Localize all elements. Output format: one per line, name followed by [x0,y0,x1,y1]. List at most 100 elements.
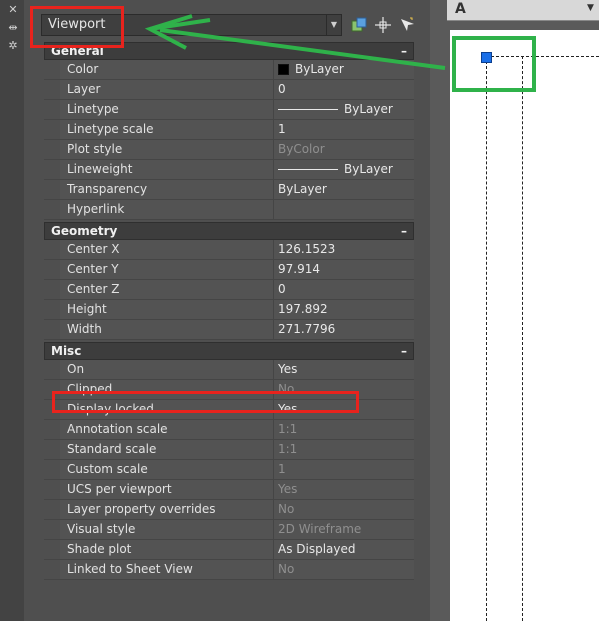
ribbon-strip: A ▼ [447,0,599,21]
property-value[interactable]: No [274,560,414,579]
property-row[interactable]: Custom scale 1 [44,460,414,480]
line-sample-icon [278,169,338,170]
property-value-text: ByLayer [344,102,393,116]
property-row[interactable]: Annotation scale 1:1 [44,420,414,440]
row-gutter [44,260,60,279]
property-name: Center Y [60,260,274,279]
property-value[interactable]: 1 [274,120,414,139]
property-value[interactable] [274,200,414,219]
property-value[interactable]: 1:1 [274,440,414,459]
highlight-box-grip [452,36,536,92]
property-name: Height [60,300,274,319]
row-gutter [44,60,60,79]
property-row[interactable]: Center Z 0 [44,280,414,300]
palette-side-strip: ✕ ⇹ ✲ [0,0,25,621]
property-row[interactable]: Linetype scale 1 [44,120,414,140]
property-row[interactable]: Center Y 97.914 [44,260,414,280]
row-gutter [44,420,60,439]
properties-grid: General – Color ByLayer Layer 0 Linetype ByLaye… [44,42,414,582]
property-value-text: ByColor [278,142,325,156]
row-gutter [44,160,60,179]
property-row[interactable]: Visual style 2D Wireframe [44,520,414,540]
property-value[interactable]: No [274,500,414,519]
row-gutter [44,240,60,259]
property-name: On [60,360,274,379]
property-name: Center Z [60,280,274,299]
property-value-text: 271.7796 [278,322,336,336]
row-gutter [44,140,60,159]
property-row[interactable]: Center X 126.1523 [44,240,414,260]
property-row[interactable]: Hyperlink [44,200,414,220]
property-row[interactable]: On Yes [44,360,414,380]
property-name: Custom scale [60,460,274,479]
property-name: Shade plot [60,540,274,559]
property-row[interactable]: Height 197.892 [44,300,414,320]
section-header[interactable]: Geometry – [44,222,414,240]
close-icon[interactable]: ✕ [7,4,19,16]
property-value[interactable]: Yes [274,480,414,499]
property-name: Width [60,320,274,339]
section-header[interactable]: Misc – [44,342,414,360]
property-row[interactable]: Layer property overrides No [44,500,414,520]
property-name: Linetype [60,100,274,119]
property-value[interactable]: 97.914 [274,260,414,279]
property-value[interactable]: ByLayer [274,160,414,179]
highlight-box-display-locked [52,391,359,413]
property-value[interactable]: 0 [274,80,414,99]
property-row[interactable]: Plot style ByColor [44,140,414,160]
property-row[interactable]: Transparency ByLayer [44,180,414,200]
property-name: Layer [60,80,274,99]
property-name: Linetype scale [60,120,274,139]
viewport-left-edge [486,56,487,621]
text-style-icon[interactable]: A [455,1,466,17]
property-value[interactable]: 126.1523 [274,240,414,259]
property-name: Hyperlink [60,200,274,219]
property-name: Annotation scale [60,420,274,439]
green-arrow [144,14,446,70]
row-gutter [44,560,60,579]
property-row[interactable]: Linetype ByLayer [44,100,414,120]
section-misc: Misc – On Yes Clipped No Display locked Yes Anno… [44,342,414,580]
property-row[interactable]: Standard scale 1:1 [44,440,414,460]
section-geometry: Geometry – Center X 126.1523 Center Y 97.914 C… [44,222,414,340]
property-row[interactable]: Linked to Sheet View No [44,560,414,580]
property-value-text: As Displayed [278,542,356,556]
row-gutter [44,280,60,299]
property-value[interactable]: As Displayed [274,540,414,559]
property-value[interactable]: 1:1 [274,420,414,439]
row-gutter [44,460,60,479]
property-value-text: 0 [278,282,286,296]
property-value-text: 197.892 [278,302,328,316]
property-value[interactable]: ByLayer [274,180,414,199]
property-row[interactable]: Lineweight ByLayer [44,160,414,180]
section-title: Misc [51,344,82,358]
property-value[interactable]: ByLayer [274,100,414,119]
property-value[interactable]: Yes [274,360,414,379]
property-name: Plot style [60,140,274,159]
property-value-text: Yes [278,482,298,496]
property-value[interactable]: 2D Wireframe [274,520,414,539]
chevron-down-icon[interactable]: ▼ [587,3,594,13]
property-row[interactable]: UCS per viewport Yes [44,480,414,500]
property-value[interactable]: 197.892 [274,300,414,319]
row-gutter [44,80,60,99]
property-value[interactable]: 0 [274,280,414,299]
property-name: Linked to Sheet View [60,560,274,579]
collapse-icon[interactable]: – [401,343,407,359]
collapse-icon[interactable]: – [401,223,407,239]
property-value-text: 126.1523 [278,242,336,256]
properties-settings-icon[interactable]: ✲ [7,40,19,52]
auto-hide-icon[interactable]: ⇹ [7,22,19,34]
property-value-text: No [278,502,295,516]
property-value[interactable]: 1 [274,460,414,479]
property-row[interactable]: Shade plot As Displayed [44,540,414,560]
property-row[interactable]: Width 271.7796 [44,320,414,340]
property-name: Visual style [60,520,274,539]
property-row[interactable]: Layer 0 [44,80,414,100]
layout-canvas[interactable] [450,30,599,621]
property-value[interactable]: ByColor [274,140,414,159]
row-gutter [44,480,60,499]
property-value[interactable]: 271.7796 [274,320,414,339]
property-value-text: 2D Wireframe [278,522,362,536]
property-name: Center X [60,240,274,259]
